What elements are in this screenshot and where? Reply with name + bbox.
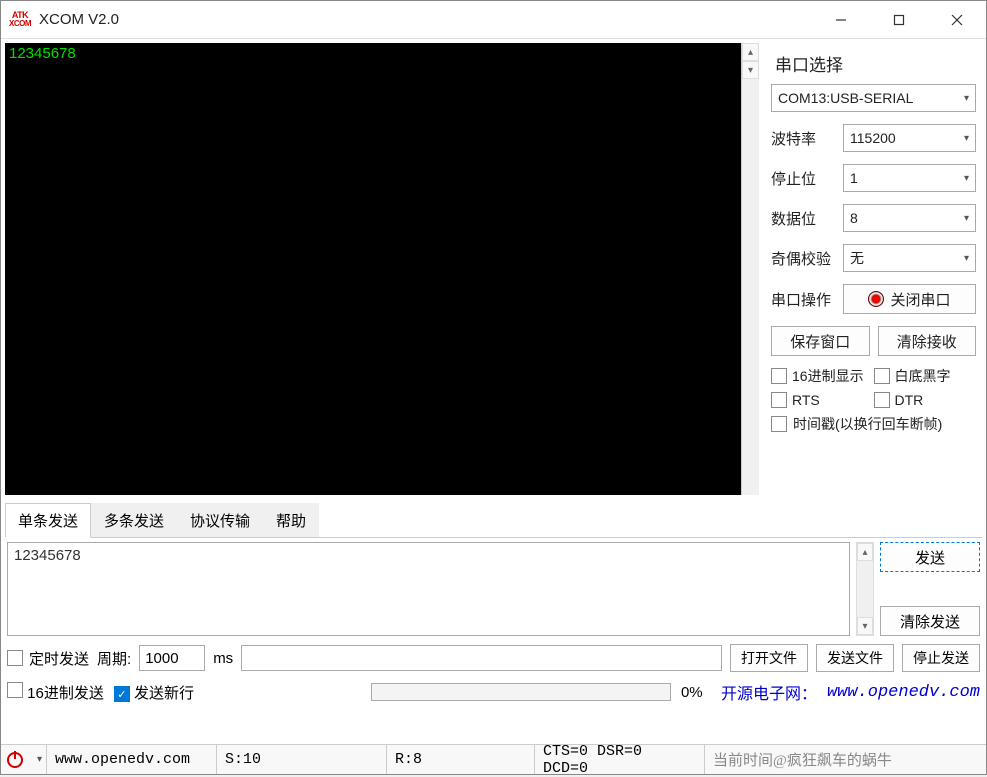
send-file-button[interactable]: 发送文件 [816,644,894,672]
link-label: 开源电子网： [721,680,817,704]
checkbox-icon [771,416,787,432]
chevron-down-icon: ▾ [964,133,969,144]
close-button[interactable] [928,1,986,39]
checkbox-icon [7,650,23,666]
tab-protocol[interactable]: 协议传输 [177,503,263,537]
progress-bar [371,683,671,701]
progress-percent: 0% [681,684,711,701]
period-label: 周期: [97,648,131,669]
stopbits-label: 停止位 [771,168,837,189]
minimize-button[interactable] [812,1,870,39]
record-icon [868,291,884,307]
send-newline-checkbox[interactable]: ✓ 发送新行 [114,682,194,703]
status-url[interactable]: www.openedv.com [47,745,217,774]
chevron-down-icon: ▾ [964,93,969,104]
port-select[interactable]: COM13:USB-SERIAL ▾ [771,84,976,112]
chevron-down-icon: ▾ [964,213,969,224]
port-op-label: 串口操作 [771,289,837,310]
tab-help[interactable]: 帮助 [263,503,319,537]
databits-label: 数据位 [771,208,837,229]
chevron-down-icon: ▾ [37,754,42,765]
terminal-output: 12345678 [9,45,76,62]
baud-label: 波特率 [771,128,837,149]
status-sent: S:10 [217,745,387,774]
port-toggle-button[interactable]: 关闭串口 [843,284,976,314]
statusbar: ▾ www.openedv.com S:10 R:8 CTS=0 DSR=0 D… [1,744,986,774]
open-file-button[interactable]: 打开文件 [730,644,808,672]
checkbox-icon [771,368,787,384]
receive-terminal[interactable]: 12345678 [5,43,741,495]
white-bg-checkbox[interactable]: 白底黑字 [874,366,977,386]
titlebar: ATK XCOM XCOM V2.0 [1,1,986,39]
dtr-checkbox[interactable]: DTR [874,392,977,408]
stop-send-button[interactable]: 停止发送 [902,644,980,672]
scroll-up-icon[interactable]: ▴ [857,543,873,561]
status-power[interactable]: ▾ [1,745,47,774]
checkbox-icon [874,368,890,384]
chevron-down-icon: ▾ [964,173,969,184]
send-button[interactable]: 发送 [880,542,980,572]
panel-heading: 串口选择 [775,51,976,76]
tab-single-send[interactable]: 单条发送 [5,503,91,538]
checkbox-icon [771,392,787,408]
checkbox-icon [7,682,23,698]
checkbox-icon [874,392,890,408]
app-icon: ATK XCOM [9,9,31,31]
chevron-down-icon: ▾ [964,253,969,264]
status-signals: CTS=0 DSR=0 DCD=0 [535,745,705,774]
scroll-down-icon[interactable]: ▾ [857,617,873,635]
hex-send-checkbox[interactable]: 16进制发送 [7,682,104,703]
clear-receive-button[interactable]: 清除接收 [878,326,977,356]
serial-settings-panel: 串口选择 COM13:USB-SERIAL ▾ 波特率 115200 ▾ 停止位 [767,43,982,497]
window-title: XCOM V2.0 [39,11,119,28]
maximize-button[interactable] [870,1,928,39]
timed-send-checkbox[interactable]: 定时发送 [7,648,89,669]
checkbox-icon: ✓ [114,686,130,702]
databits-select[interactable]: 8 ▾ [843,204,976,232]
clear-send-button[interactable]: 清除发送 [880,606,980,636]
parity-label: 奇偶校验 [771,248,837,269]
rts-checkbox[interactable]: RTS [771,392,874,408]
file-path-input[interactable] [241,645,722,671]
parity-select[interactable]: 无 ▾ [843,244,976,272]
scroll-down-icon[interactable]: ▾ [742,61,759,79]
status-watermark: 当前时间@疯狂飙车的蜗牛 [705,745,986,774]
send-scrollbar[interactable]: ▴ ▾ [856,542,874,636]
period-input[interactable]: 1000 [139,645,205,671]
terminal-scrollbar[interactable]: ▴ ▾ [741,43,759,495]
openedv-link[interactable]: www.openedv.com [827,683,980,702]
save-window-button[interactable]: 保存窗口 [771,326,870,356]
app-window: ATK XCOM XCOM V2.0 12345678 ▴ [0,0,987,775]
tab-multi-send[interactable]: 多条发送 [91,503,177,537]
hex-display-checkbox[interactable]: 16进制显示 [771,366,874,386]
stopbits-select[interactable]: 1 ▾ [843,164,976,192]
power-icon [7,752,23,768]
scroll-up-icon[interactable]: ▴ [742,43,759,61]
baud-select[interactable]: 115200 ▾ [843,124,976,152]
timestamp-checkbox[interactable]: 时间戳(以换行回车断帧) [771,414,976,434]
send-input[interactable]: 12345678 [7,542,850,636]
period-unit: ms [213,650,233,667]
send-tabs: 单条发送 多条发送 协议传输 帮助 [5,503,982,538]
status-received: R:8 [387,745,535,774]
